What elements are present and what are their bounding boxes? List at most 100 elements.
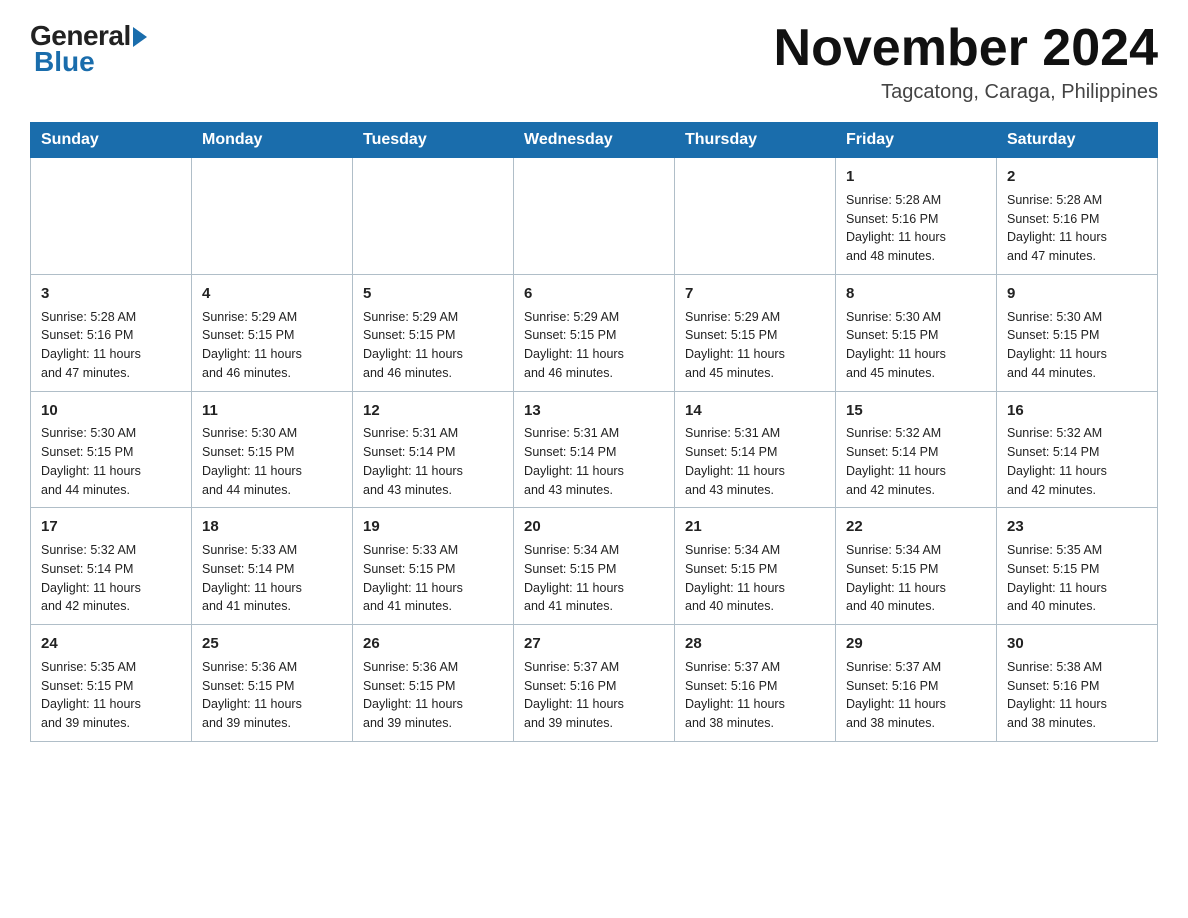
day-number: 25 xyxy=(202,633,342,655)
month-title: November 2024 xyxy=(774,20,1158,77)
calendar-cell: 1 Sunrise: 5:28 AM Sunset: 5:16 PM Daylig… xyxy=(836,158,997,275)
calendar-cell: 15Sunrise: 5:32 AM Sunset: 5:14 PM Dayli… xyxy=(836,391,997,508)
calendar-cell xyxy=(514,158,675,275)
logo: General Blue xyxy=(30,20,147,78)
calendar-table: SundayMondayTuesdayWednesdayThursdayFrid… xyxy=(30,122,1158,742)
calendar-week-row: 1 Sunrise: 5:28 AM Sunset: 5:16 PM Daylig… xyxy=(31,158,1158,275)
day-info: Sunrise: 5:31 AM Sunset: 5:14 PM Dayligh… xyxy=(363,424,503,499)
day-info: Sunrise: 5:36 AM Sunset: 5:15 PM Dayligh… xyxy=(363,658,503,733)
day-info: Sunrise: 5:37 AM Sunset: 5:16 PM Dayligh… xyxy=(685,658,825,733)
calendar-cell: 24 Sunrise: 5:35 AM Sunset: 5:15 PM Dayli… xyxy=(31,625,192,742)
calendar-cell: 30Sunrise: 5:38 AM Sunset: 5:16 PM Dayli… xyxy=(997,625,1158,742)
calendar-cell: 25 Sunrise: 5:36 AM Sunset: 5:15 PM Dayli… xyxy=(192,625,353,742)
day-number: 10 xyxy=(41,400,181,422)
day-info: Sunrise: 5:29 AM Sunset: 5:15 PM Dayligh… xyxy=(685,308,825,383)
calendar-cell: 23 Sunrise: 5:35 AM Sunset: 5:15 PM Dayli… xyxy=(997,508,1158,625)
day-info: Sunrise: 5:33 AM Sunset: 5:14 PM Dayligh… xyxy=(202,541,342,616)
day-info: Sunrise: 5:30 AM Sunset: 5:15 PM Dayligh… xyxy=(846,308,986,383)
calendar-week-row: 17 Sunrise: 5:32 AM Sunset: 5:14 PM Dayli… xyxy=(31,508,1158,625)
day-number: 9 xyxy=(1007,283,1147,305)
day-number: 19 xyxy=(363,516,503,538)
day-info: Sunrise: 5:28 AM Sunset: 5:16 PM Dayligh… xyxy=(1007,191,1147,266)
day-info: Sunrise: 5:28 AM Sunset: 5:16 PM Dayligh… xyxy=(846,191,986,266)
day-info: Sunrise: 5:30 AM Sunset: 5:15 PM Dayligh… xyxy=(1007,308,1147,383)
calendar-cell: 8Sunrise: 5:30 AM Sunset: 5:15 PM Daylig… xyxy=(836,274,997,391)
logo-blue-label: Blue xyxy=(34,46,95,78)
day-number: 28 xyxy=(685,633,825,655)
day-number: 26 xyxy=(363,633,503,655)
day-number: 1 xyxy=(846,166,986,188)
day-info: Sunrise: 5:33 AM Sunset: 5:15 PM Dayligh… xyxy=(363,541,503,616)
weekday-header-friday: Friday xyxy=(836,123,997,158)
day-info: Sunrise: 5:38 AM Sunset: 5:16 PM Dayligh… xyxy=(1007,658,1147,733)
day-number: 27 xyxy=(524,633,664,655)
calendar-cell: 5 Sunrise: 5:29 AM Sunset: 5:15 PM Daylig… xyxy=(353,274,514,391)
day-number: 13 xyxy=(524,400,664,422)
day-info: Sunrise: 5:30 AM Sunset: 5:15 PM Dayligh… xyxy=(202,424,342,499)
day-number: 17 xyxy=(41,516,181,538)
calendar-cell: 20 Sunrise: 5:34 AM Sunset: 5:15 PM Dayli… xyxy=(514,508,675,625)
day-number: 2 xyxy=(1007,166,1147,188)
day-info: Sunrise: 5:32 AM Sunset: 5:14 PM Dayligh… xyxy=(1007,424,1147,499)
calendar-cell: 22Sunrise: 5:34 AM Sunset: 5:15 PM Dayli… xyxy=(836,508,997,625)
day-number: 5 xyxy=(363,283,503,305)
calendar-cell: 27 Sunrise: 5:37 AM Sunset: 5:16 PM Dayli… xyxy=(514,625,675,742)
day-info: Sunrise: 5:34 AM Sunset: 5:15 PM Dayligh… xyxy=(524,541,664,616)
weekday-header-sunday: Sunday xyxy=(31,123,192,158)
day-number: 18 xyxy=(202,516,342,538)
calendar-cell: 29 Sunrise: 5:37 AM Sunset: 5:16 PM Dayli… xyxy=(836,625,997,742)
calendar-cell: 9 Sunrise: 5:30 AM Sunset: 5:15 PM Daylig… xyxy=(997,274,1158,391)
calendar-cell: 10Sunrise: 5:30 AM Sunset: 5:15 PM Dayli… xyxy=(31,391,192,508)
calendar-cell xyxy=(192,158,353,275)
day-number: 29 xyxy=(846,633,986,655)
day-number: 24 xyxy=(41,633,181,655)
calendar-week-row: 10Sunrise: 5:30 AM Sunset: 5:15 PM Dayli… xyxy=(31,391,1158,508)
weekday-header-saturday: Saturday xyxy=(997,123,1158,158)
day-number: 7 xyxy=(685,283,825,305)
day-info: Sunrise: 5:36 AM Sunset: 5:15 PM Dayligh… xyxy=(202,658,342,733)
day-info: Sunrise: 5:35 AM Sunset: 5:15 PM Dayligh… xyxy=(1007,541,1147,616)
logo-arrow-icon xyxy=(133,27,147,47)
day-info: Sunrise: 5:34 AM Sunset: 5:15 PM Dayligh… xyxy=(685,541,825,616)
day-number: 6 xyxy=(524,283,664,305)
calendar-cell: 16Sunrise: 5:32 AM Sunset: 5:14 PM Dayli… xyxy=(997,391,1158,508)
weekday-header-thursday: Thursday xyxy=(675,123,836,158)
calendar-week-row: 24 Sunrise: 5:35 AM Sunset: 5:15 PM Dayli… xyxy=(31,625,1158,742)
day-number: 20 xyxy=(524,516,664,538)
day-info: Sunrise: 5:35 AM Sunset: 5:15 PM Dayligh… xyxy=(41,658,181,733)
location-label: Tagcatong, Caraga, Philippines xyxy=(774,81,1158,104)
day-info: Sunrise: 5:32 AM Sunset: 5:14 PM Dayligh… xyxy=(846,424,986,499)
day-number: 22 xyxy=(846,516,986,538)
day-info: Sunrise: 5:28 AM Sunset: 5:16 PM Dayligh… xyxy=(41,308,181,383)
day-info: Sunrise: 5:31 AM Sunset: 5:14 PM Dayligh… xyxy=(685,424,825,499)
day-info: Sunrise: 5:37 AM Sunset: 5:16 PM Dayligh… xyxy=(524,658,664,733)
calendar-cell: 6 Sunrise: 5:29 AM Sunset: 5:15 PM Daylig… xyxy=(514,274,675,391)
day-info: Sunrise: 5:30 AM Sunset: 5:15 PM Dayligh… xyxy=(41,424,181,499)
calendar-cell: 19 Sunrise: 5:33 AM Sunset: 5:15 PM Dayli… xyxy=(353,508,514,625)
calendar-cell xyxy=(31,158,192,275)
calendar-cell xyxy=(675,158,836,275)
day-info: Sunrise: 5:29 AM Sunset: 5:15 PM Dayligh… xyxy=(202,308,342,383)
calendar-cell: 17 Sunrise: 5:32 AM Sunset: 5:14 PM Dayli… xyxy=(31,508,192,625)
day-number: 23 xyxy=(1007,516,1147,538)
day-info: Sunrise: 5:32 AM Sunset: 5:14 PM Dayligh… xyxy=(41,541,181,616)
day-number: 12 xyxy=(363,400,503,422)
day-info: Sunrise: 5:37 AM Sunset: 5:16 PM Dayligh… xyxy=(846,658,986,733)
calendar-cell: 28 Sunrise: 5:37 AM Sunset: 5:16 PM Dayli… xyxy=(675,625,836,742)
weekday-header-row: SundayMondayTuesdayWednesdayThursdayFrid… xyxy=(31,123,1158,158)
calendar-cell: 26 Sunrise: 5:36 AM Sunset: 5:15 PM Dayli… xyxy=(353,625,514,742)
calendar-cell: 21Sunrise: 5:34 AM Sunset: 5:15 PM Dayli… xyxy=(675,508,836,625)
day-info: Sunrise: 5:29 AM Sunset: 5:15 PM Dayligh… xyxy=(363,308,503,383)
calendar-cell xyxy=(353,158,514,275)
day-info: Sunrise: 5:29 AM Sunset: 5:15 PM Dayligh… xyxy=(524,308,664,383)
calendar-cell: 11Sunrise: 5:30 AM Sunset: 5:15 PM Dayli… xyxy=(192,391,353,508)
calendar-cell: 7 Sunrise: 5:29 AM Sunset: 5:15 PM Daylig… xyxy=(675,274,836,391)
weekday-header-tuesday: Tuesday xyxy=(353,123,514,158)
calendar-cell: 3 Sunrise: 5:28 AM Sunset: 5:16 PM Daylig… xyxy=(31,274,192,391)
calendar-cell: 14Sunrise: 5:31 AM Sunset: 5:14 PM Dayli… xyxy=(675,391,836,508)
calendar-cell: 18 Sunrise: 5:33 AM Sunset: 5:14 PM Dayli… xyxy=(192,508,353,625)
day-number: 11 xyxy=(202,400,342,422)
day-number: 3 xyxy=(41,283,181,305)
title-section: November 2024 Tagcatong, Caraga, Philipp… xyxy=(774,20,1158,104)
weekday-header-wednesday: Wednesday xyxy=(514,123,675,158)
